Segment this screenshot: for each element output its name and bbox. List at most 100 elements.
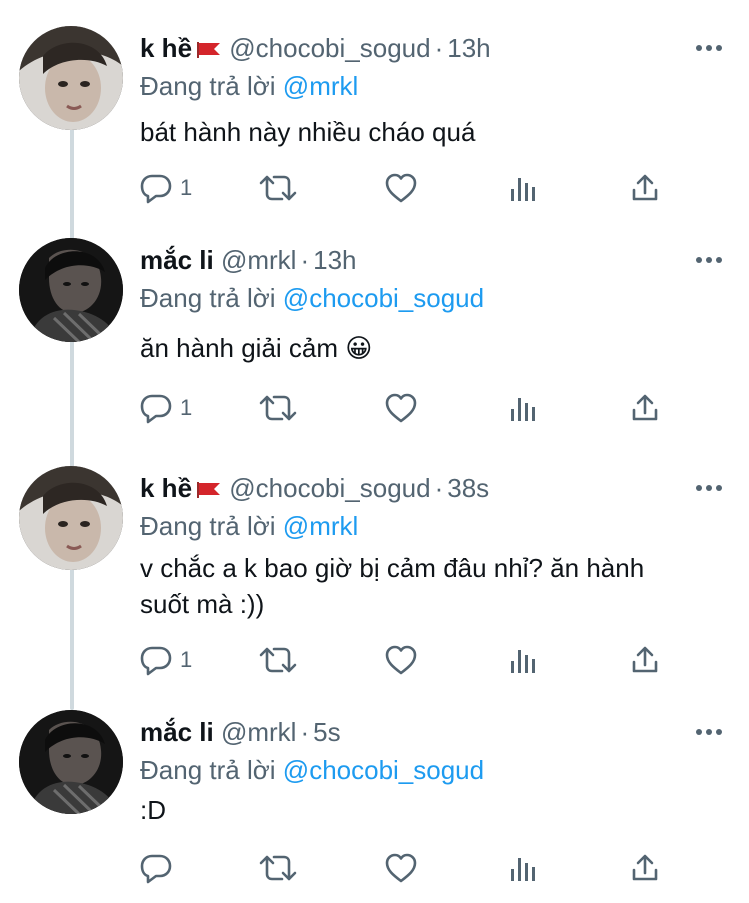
timestamp[interactable]: 13h — [447, 33, 490, 63]
tweet-text: bát hành này nhiều cháo quá — [140, 114, 709, 150]
user-handle[interactable]: @mrkl — [221, 245, 297, 275]
views-button[interactable] — [508, 848, 538, 888]
tweet[interactable]: k hề @chocobi_sogud · 38s Đang trả lời @mr… — [0, 458, 749, 703]
tweet-header: mắc li @mrkl · 5s — [140, 716, 679, 748]
user-handle[interactable]: @mrkl — [221, 717, 297, 747]
avatar[interactable] — [19, 26, 123, 130]
retweet-icon — [258, 392, 298, 424]
action-bar: 1 — [138, 388, 678, 428]
avatar[interactable] — [19, 238, 123, 342]
retweet-icon — [258, 852, 298, 884]
timestamp[interactable]: 13h — [313, 245, 356, 275]
replying-to: Đang trả lời @chocobi_sogud — [140, 754, 484, 786]
views-icon — [508, 392, 538, 424]
heart-icon — [384, 644, 418, 676]
separator: · — [300, 245, 310, 275]
tweet-text-line: :D — [140, 795, 166, 825]
red-flag-icon — [196, 34, 222, 66]
display-name[interactable]: mắc li — [140, 717, 214, 747]
heart-icon — [384, 852, 418, 884]
views-button[interactable] — [508, 640, 538, 680]
mention-link[interactable]: @mrkl — [283, 71, 359, 101]
tweet-text: ăn hành giải cảm 😀 — [140, 330, 709, 366]
tweet-text-line: v chắc a k bao giờ bị cảm đâu nhỉ? ăn hà… — [140, 553, 645, 583]
reply-button[interactable]: 1 — [138, 388, 192, 428]
share-button[interactable] — [630, 640, 660, 680]
share-button[interactable] — [630, 168, 660, 208]
like-button[interactable] — [384, 388, 418, 428]
tweet[interactable]: mắc li @mrkl · 5s Đang trả lời @chocobi_so… — [0, 702, 749, 902]
more-icon[interactable] — [695, 480, 723, 496]
replying-to: Đang trả lời @mrkl — [140, 510, 358, 542]
mention-link[interactable]: @chocobi_sogud — [283, 755, 484, 785]
reply-button[interactable] — [138, 848, 180, 888]
retweet-icon — [258, 172, 298, 204]
replying-label: Đang trả lời — [140, 283, 276, 313]
user-handle[interactable]: @chocobi_sogud — [229, 473, 430, 503]
mention-link[interactable]: @mrkl — [283, 511, 359, 541]
replying-label: Đang trả lời — [140, 511, 276, 541]
share-button[interactable] — [630, 388, 660, 428]
views-icon — [508, 852, 538, 884]
replying-label: Đang trả lời — [140, 755, 276, 785]
tweet-header: k hề @chocobi_sogud · 38s — [140, 472, 679, 504]
display-name[interactable]: k hề — [140, 33, 192, 63]
mention-link[interactable]: @chocobi_sogud — [283, 283, 484, 313]
like-button[interactable] — [384, 168, 418, 208]
reply-icon — [138, 644, 174, 676]
reply-count: 1 — [180, 175, 193, 200]
tweet-header: mắc li @mrkl · 13h — [140, 244, 679, 276]
tweet-text-line: suốt mà :)) — [140, 589, 265, 619]
retweet-icon — [258, 644, 298, 676]
reply-icon — [138, 392, 174, 424]
views-icon — [508, 644, 538, 676]
tweet-text-line: ăn hành giải cảm 😀 — [140, 333, 373, 363]
share-icon — [630, 172, 660, 204]
separator: · — [434, 473, 444, 503]
tweet-header: k hề @chocobi_sogud · 13h — [140, 32, 679, 64]
reply-icon — [138, 172, 174, 204]
timestamp[interactable]: 38s — [447, 473, 489, 503]
action-bar: 1 — [138, 168, 678, 208]
heart-icon — [384, 172, 418, 204]
tweet[interactable]: k hề @chocobi_sogud · 13h Đang trả lời @mr… — [0, 18, 749, 230]
share-icon — [630, 644, 660, 676]
replying-to: Đang trả lời @mrkl — [140, 70, 358, 102]
tweet-text: :D — [140, 792, 709, 828]
share-button[interactable] — [630, 848, 660, 888]
tweet-text: v chắc a k bao giờ bị cảm đâu nhỉ? ăn hà… — [140, 550, 709, 622]
more-icon[interactable] — [695, 252, 723, 268]
retweet-button[interactable] — [258, 848, 298, 888]
separator: · — [300, 717, 310, 747]
views-button[interactable] — [508, 388, 538, 428]
avatar[interactable] — [19, 466, 123, 570]
replying-label: Đang trả lời — [140, 71, 276, 101]
tweet[interactable]: mắc li @mrkl · 13h Đang trả lời @chocobi_s… — [0, 230, 749, 455]
replying-to: Đang trả lời @chocobi_sogud — [140, 282, 484, 314]
user-handle[interactable]: @chocobi_sogud — [229, 33, 430, 63]
heart-icon — [384, 392, 418, 424]
timestamp[interactable]: 5s — [313, 717, 340, 747]
display-name[interactable]: k hề — [140, 473, 192, 503]
separator: · — [434, 33, 444, 63]
action-bar: 1 — [138, 640, 678, 680]
reply-count: 1 — [180, 647, 193, 672]
action-bar — [138, 848, 678, 888]
like-button[interactable] — [384, 848, 418, 888]
retweet-button[interactable] — [258, 388, 298, 428]
display-name[interactable]: mắc li — [140, 245, 214, 275]
retweet-button[interactable] — [258, 640, 298, 680]
views-button[interactable] — [508, 168, 538, 208]
more-icon[interactable] — [695, 724, 723, 740]
retweet-button[interactable] — [258, 168, 298, 208]
like-button[interactable] — [384, 640, 418, 680]
reply-button[interactable]: 1 — [138, 168, 192, 208]
more-icon[interactable] — [695, 40, 723, 56]
reply-icon — [138, 852, 174, 884]
reply-button[interactable]: 1 — [138, 640, 192, 680]
views-icon — [508, 172, 538, 204]
avatar[interactable] — [19, 710, 123, 814]
share-icon — [630, 852, 660, 884]
red-flag-icon — [196, 474, 222, 506]
share-icon — [630, 392, 660, 424]
